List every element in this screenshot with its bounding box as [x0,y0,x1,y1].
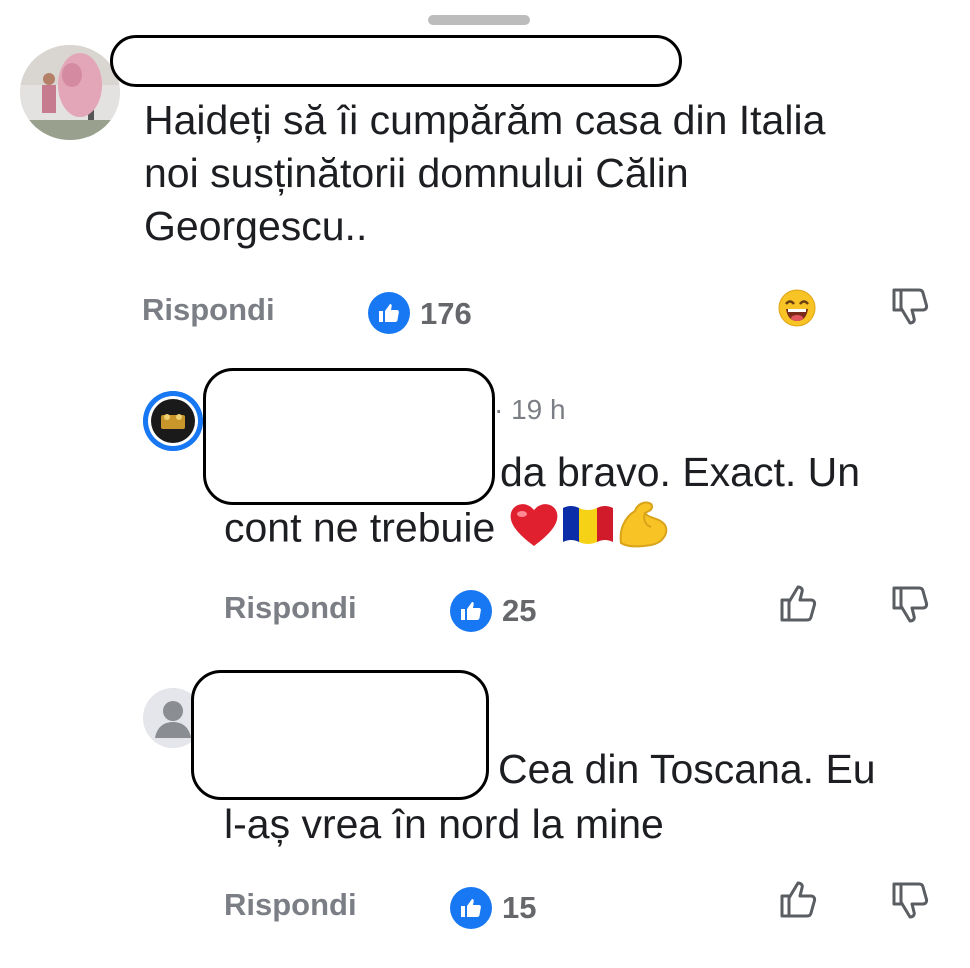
like-count: 176 [420,296,472,331]
romania-flag-emoji [561,504,615,557]
like-badge-icon [368,292,410,334]
comment-body: Haideți să îi cumpărăm casa din Italia n… [144,94,825,253]
thumbs-up-icon[interactable] [776,582,820,631]
redacted-author-name [110,35,682,87]
comment-line-text: cont ne trebuie [224,504,496,551]
comment-line: noi susținătorii domnului Călin [144,150,689,196]
redacted-author-name [191,670,489,800]
thumbs-up-icon[interactable] [776,878,820,927]
like-count: 25 [502,593,537,628]
sheet-drag-handle[interactable] [428,15,530,25]
avatar[interactable] [20,45,120,140]
like-count: 15 [502,890,537,925]
like-badge-icon [450,590,492,632]
flexed-biceps-emoji [615,499,671,562]
comment-line: cont ne trebuie [224,499,671,562]
reply-button[interactable]: Rispondi [224,887,357,923]
like-badge-icon [450,887,492,929]
comment-line: Cea din Toscana. Eu [498,746,876,792]
profile-photo-icon [20,45,120,140]
thumbs-down-icon[interactable] [888,284,932,333]
thumbs-down-icon[interactable] [888,878,932,927]
comment-timestamp: · 19 h [494,394,566,425]
grinning-face-emoji[interactable] [778,289,816,327]
redacted-author-name [203,368,495,505]
profile-photo-icon [143,391,203,451]
avatar[interactable] [143,391,203,451]
reply-button[interactable]: Rispondi [224,590,357,626]
comment-line: Georgescu.. [144,203,368,249]
reply-button[interactable]: Rispondi [142,292,275,328]
comment-line: l-aș vrea în nord la mine [224,801,664,847]
comment-line: da bravo. Exact. Un [500,449,861,495]
red-heart-emoji [507,500,561,561]
comment-line: Haideți să îi cumpărăm casa din Italia [144,97,826,143]
thumbs-down-icon[interactable] [888,582,932,631]
